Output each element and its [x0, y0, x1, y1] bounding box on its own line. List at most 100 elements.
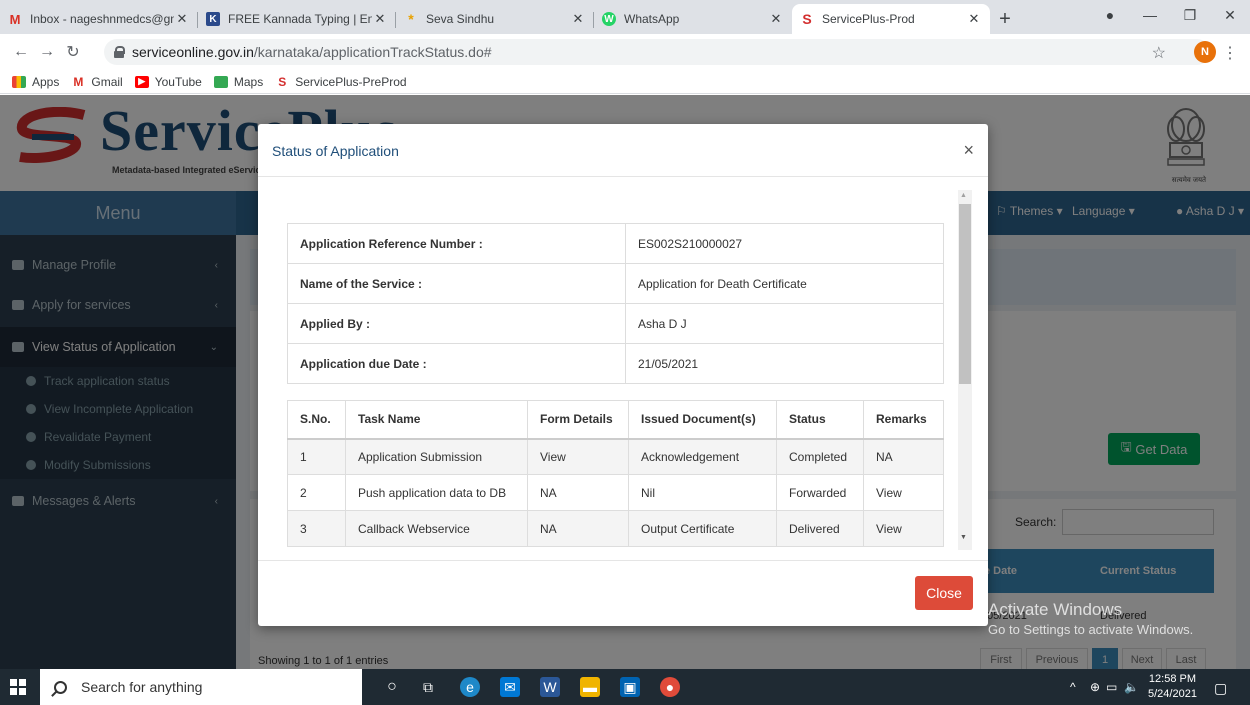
modal-footer-divider: [258, 560, 988, 561]
minimize-button[interactable]: —: [1130, 0, 1170, 30]
windows-start-icon[interactable]: [10, 679, 26, 695]
battery-icon[interactable]: ▭: [1106, 680, 1117, 694]
activate-windows-watermark: Activate Windows Go to Settings to activ…: [988, 600, 1193, 637]
tab-gmail[interactable]: M Inbox - nageshnmedcs@gma ✕: [0, 4, 198, 34]
search-icon: [54, 680, 67, 694]
bookmarks-bar: Apps M Gmail ▶ YouTube Maps S ServicePlus-P…: [0, 70, 1250, 94]
seva-sindhu-icon: *: [408, 11, 414, 27]
scroll-up-arrow-icon[interactable]: ▲: [960, 192, 967, 199]
watermark-title: Activate Windows: [988, 600, 1123, 619]
watermark-subtitle: Go to Settings to activate Windows.: [988, 622, 1194, 637]
column-header: Status: [776, 400, 864, 440]
forward-icon[interactable]: →: [34, 43, 60, 61]
mail-icon[interactable]: ✉: [500, 677, 520, 697]
lock-icon: [114, 46, 125, 58]
close-icon[interactable]: ×: [963, 140, 974, 161]
bookmark-apps[interactable]: Apps: [12, 75, 59, 89]
table-row: 2 Push application data to DB NA Nil For…: [287, 474, 944, 511]
word-icon[interactable]: W: [540, 677, 560, 697]
tab-serviceplus-prod[interactable]: S ServicePlus-Prod ✕: [792, 4, 990, 34]
tab-label: Inbox - nageshnmedcs@gma: [30, 12, 174, 26]
bookmark-star-icon[interactable]: ☆: [1152, 43, 1166, 63]
column-header: Remarks: [863, 400, 944, 440]
close-icon[interactable]: ✕: [966, 11, 982, 27]
modal-title: Status of Application: [272, 143, 399, 159]
info-key: Application Reference Number :: [287, 223, 626, 264]
tab-kannada-typing[interactable]: K FREE Kannada Typing | Englis ✕: [198, 4, 396, 34]
info-value: Asha D J: [625, 303, 944, 344]
clock-time: 12:58 PM: [1148, 673, 1197, 685]
tab-seva-sindhu[interactable]: * Seva Sindhu ✕: [396, 4, 594, 34]
taskbar-clock[interactable]: 12:58 PM 5/24/2021: [1148, 672, 1197, 702]
close-icon[interactable]: ✕: [372, 11, 388, 27]
maps-icon: [213, 75, 228, 88]
url-host: serviceonline.gov.in: [132, 44, 254, 60]
taskbar-search-input[interactable]: Search for anything: [40, 669, 362, 705]
column-header: Task Name: [345, 400, 528, 440]
bookmark-serviceplus-preprod[interactable]: S ServicePlus-PreProd: [275, 75, 406, 89]
remarks-view-link[interactable]: View: [863, 474, 944, 511]
info-value: Application for Death Certificate: [625, 263, 944, 304]
column-header: S.No.: [287, 400, 346, 440]
close-button[interactable]: Close: [915, 576, 973, 610]
new-tab-button[interactable]: +: [990, 4, 1020, 34]
apps-grid-icon: [12, 75, 26, 88]
close-icon[interactable]: ✕: [570, 11, 586, 27]
serviceplus-icon: S: [802, 11, 812, 27]
cortana-icon[interactable]: ○: [382, 677, 402, 697]
restore-button[interactable]: ❐: [1170, 0, 1210, 30]
modal-scrollbar-thumb[interactable]: [959, 204, 971, 384]
taskbar-search-placeholder: Search for anything: [81, 679, 203, 695]
store-icon[interactable]: ▣: [620, 677, 640, 697]
form-details-link[interactable]: View: [527, 438, 629, 475]
close-icon[interactable]: ✕: [768, 11, 784, 27]
issued-document-link[interactable]: Acknowledgement: [628, 438, 777, 475]
window-close-button[interactable]: ✕: [1210, 0, 1250, 30]
back-icon[interactable]: ←: [8, 43, 34, 61]
profile-avatar[interactable]: N: [1194, 41, 1216, 63]
task-view-icon[interactable]: ⧉: [418, 677, 438, 697]
scroll-down-arrow-icon[interactable]: ▼: [960, 534, 967, 541]
reload-icon[interactable]: ↻: [60, 42, 86, 62]
url-field[interactable]: serviceonline.gov.in/karnataka/applicati…: [104, 39, 1210, 65]
remarks-view-link[interactable]: View: [863, 510, 944, 547]
info-key: Applied By :: [287, 303, 626, 344]
issued-document-link[interactable]: Output Certificate: [628, 510, 777, 547]
bookmark-label: Gmail: [91, 74, 123, 89]
browser-tab-bar: M Inbox - nageshnmedcs@gma ✕ K FREE Kann…: [0, 0, 1250, 34]
media-icon[interactable]: ●: [1090, 0, 1130, 30]
task-status: Delivered: [776, 510, 864, 547]
table-row: 3 Callback Webservice NA Output Certific…: [287, 510, 944, 547]
browser-menu-icon[interactable]: ⋮: [1222, 43, 1238, 63]
windows-taskbar: Search for anything ○ ⧉ e ✉ W ▬ ▣ ● ^ ⊕ …: [0, 669, 1250, 705]
table-row: Application due Date : 21/05/2021: [287, 343, 944, 384]
form-details-text: NA: [527, 510, 629, 547]
tray-chevron-up-icon[interactable]: ^: [1070, 680, 1076, 694]
bookmark-youtube[interactable]: ▶ YouTube: [134, 75, 202, 89]
notification-icon[interactable]: ▢: [1214, 680, 1227, 697]
bookmark-gmail[interactable]: M Gmail: [71, 75, 122, 89]
chrome-icon[interactable]: ●: [660, 677, 680, 697]
column-header: Issued Document(s): [628, 400, 777, 440]
edge-icon[interactable]: e: [460, 677, 480, 697]
task-table: S.No. Task Name Form Details Issued Docu…: [287, 400, 944, 547]
task-sno: 1: [287, 438, 346, 475]
volume-icon[interactable]: 🔈: [1124, 680, 1139, 694]
bookmark-maps[interactable]: Maps: [213, 74, 264, 89]
info-value: ES002S210000027: [625, 223, 944, 264]
network-icon[interactable]: ⊕: [1090, 680, 1100, 694]
tab-whatsapp[interactable]: W WhatsApp ✕: [594, 4, 792, 34]
close-icon[interactable]: ✕: [174, 11, 190, 27]
table-row: 1 Application Submission View Acknowledg…: [287, 438, 944, 475]
file-explorer-icon[interactable]: ▬: [580, 677, 600, 697]
tab-label: Seva Sindhu: [426, 12, 495, 26]
bookmark-label: Maps: [233, 74, 264, 89]
gmail-icon: M: [9, 11, 21, 27]
bookmark-label: Apps: [32, 74, 60, 89]
clock-date: 5/24/2021: [1148, 688, 1197, 700]
gmail-icon: M: [73, 74, 84, 89]
address-bar: ← → ↻ serviceonline.gov.in/karnataka/app…: [0, 34, 1250, 70]
whatsapp-icon: W: [602, 12, 616, 26]
tab-label: ServicePlus-Prod: [822, 12, 915, 26]
task-remarks: NA: [863, 438, 944, 475]
